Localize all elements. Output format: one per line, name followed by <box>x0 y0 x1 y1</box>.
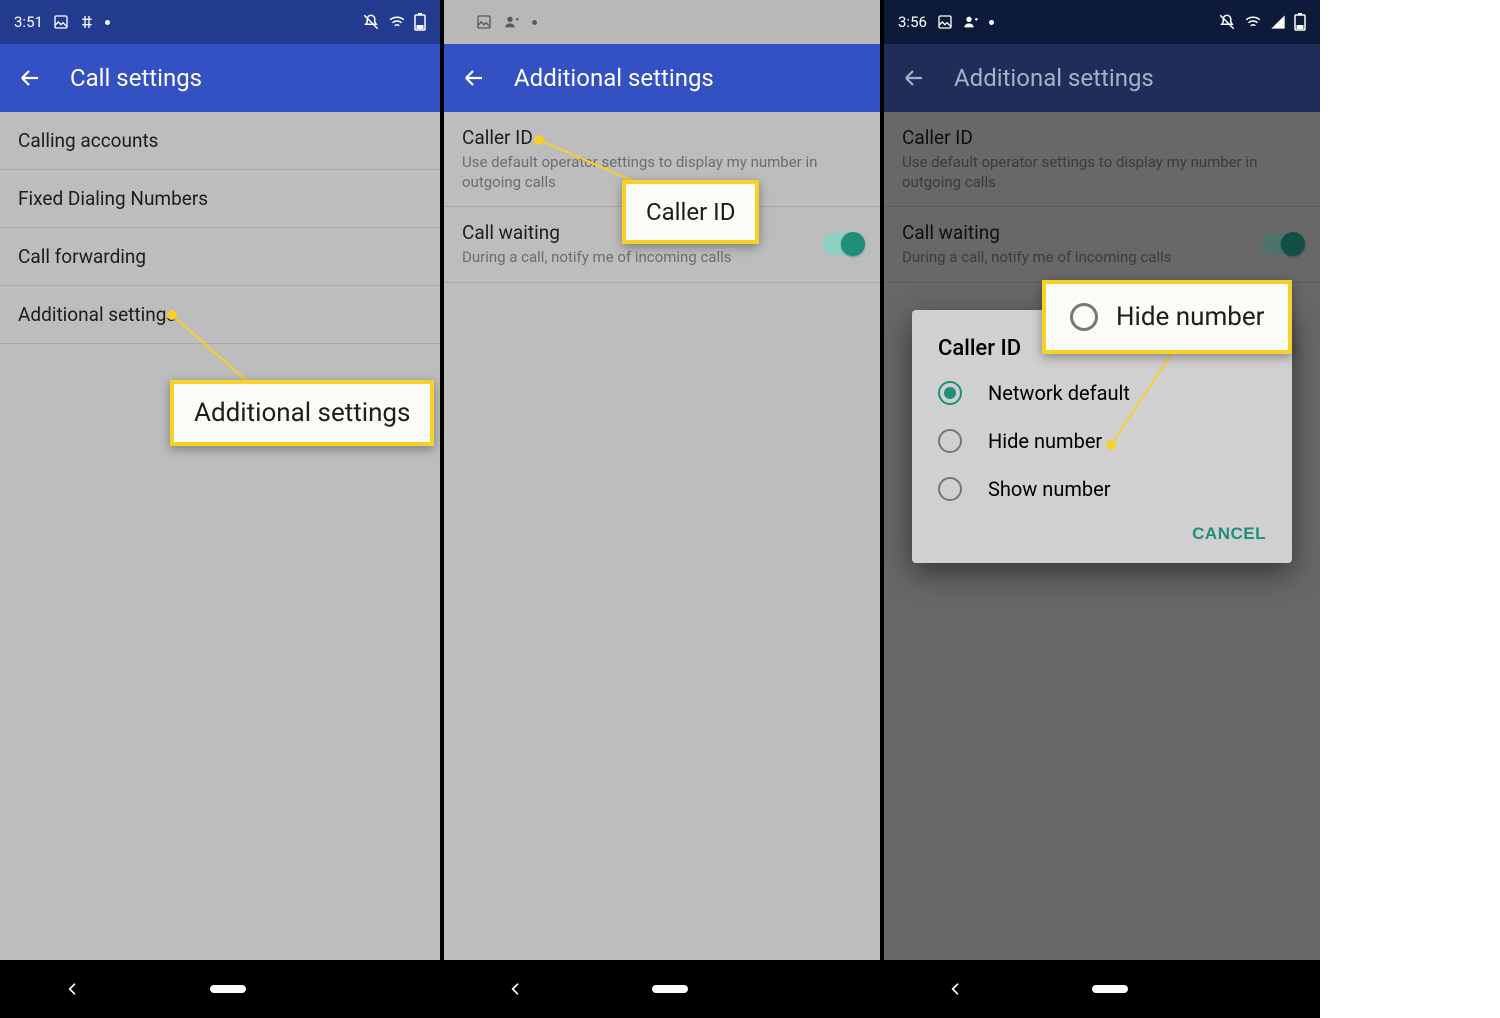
radio-icon <box>938 381 962 405</box>
nav-back[interactable] <box>948 981 964 997</box>
status-bar <box>444 0 880 44</box>
nav-back[interactable] <box>65 981 81 997</box>
item-call-forwarding[interactable]: Call forwarding <box>0 228 440 286</box>
navigation-bar <box>884 960 1320 1018</box>
back-button[interactable] <box>18 66 42 90</box>
back-button[interactable] <box>462 66 486 90</box>
option-hide-number[interactable]: Hide number <box>912 417 1292 465</box>
radio-icon <box>938 477 962 501</box>
battery-icon <box>1294 13 1306 31</box>
item-fixed-dialing[interactable]: Fixed Dialing Numbers <box>0 170 440 228</box>
page-title: Additional settings <box>514 64 714 92</box>
call-waiting-sub: During a call, notify me of incoming cal… <box>462 248 818 268</box>
back-button[interactable] <box>902 66 926 90</box>
battery-icon <box>414 13 426 31</box>
callout-marker <box>167 310 177 320</box>
status-bar: 3:51 <box>0 0 440 44</box>
app-bar: Call settings <box>0 44 440 112</box>
screen-additional-settings: Additional settings Caller ID Use defaul… <box>440 0 880 1018</box>
status-clock: 3:51 <box>14 13 43 31</box>
back-arrow-icon <box>462 66 486 90</box>
navigation-bar <box>444 960 880 1018</box>
screen-call-settings: 3:51 Call settings Calling accounts Fixe… <box>0 0 440 1018</box>
nav-home[interactable] <box>652 985 688 993</box>
radio-outline-icon <box>1070 303 1098 331</box>
caller-id-label: Caller ID <box>462 126 862 149</box>
navigation-bar <box>0 960 440 1018</box>
callout-additional-settings: Additional settings <box>170 380 434 446</box>
back-arrow-icon <box>902 66 926 90</box>
call-waiting-toggle[interactable] <box>822 233 862 255</box>
status-bar: 3:56 <box>884 0 1320 44</box>
contact-icon <box>963 14 979 30</box>
image-icon <box>476 14 492 30</box>
search-pill[interactable] <box>462 4 862 40</box>
status-dot <box>532 20 537 25</box>
screen-caller-id-dialog: 3:56 Additional settings Caller ID Use d… <box>880 0 1320 1018</box>
signal-icon <box>1270 14 1286 30</box>
option-network-default[interactable]: Network default <box>912 369 1292 417</box>
hash-icon <box>79 14 95 30</box>
callout-caller-id: Caller ID <box>622 180 759 244</box>
radio-icon <box>938 429 962 453</box>
image-icon <box>53 14 69 30</box>
app-bar: Additional settings <box>884 44 1320 112</box>
cancel-button[interactable]: CANCEL <box>1186 523 1272 545</box>
status-dot <box>105 20 110 25</box>
back-arrow-icon <box>18 66 42 90</box>
wifi-icon <box>1244 13 1262 31</box>
bell-off-icon <box>362 13 380 31</box>
status-clock: 3:56 <box>898 13 927 31</box>
app-bar: Additional settings <box>444 44 880 112</box>
nav-home[interactable] <box>1092 985 1128 993</box>
callout-hide-number: Hide number <box>1042 280 1292 354</box>
image-icon <box>937 14 953 30</box>
option-show-number[interactable]: Show number <box>912 465 1292 513</box>
page-title: Additional settings <box>954 64 1154 92</box>
contact-icon <box>504 14 520 30</box>
callout-marker <box>534 135 544 145</box>
status-dot <box>989 20 994 25</box>
wifi-icon <box>388 13 406 31</box>
nav-back[interactable] <box>508 981 524 997</box>
item-additional-settings[interactable]: Additional settings <box>0 286 440 344</box>
page-title: Call settings <box>70 64 202 92</box>
item-calling-accounts[interactable]: Calling accounts <box>0 112 440 170</box>
bell-off-icon <box>1218 13 1236 31</box>
nav-home[interactable] <box>210 985 246 993</box>
callout-marker <box>1106 440 1116 450</box>
